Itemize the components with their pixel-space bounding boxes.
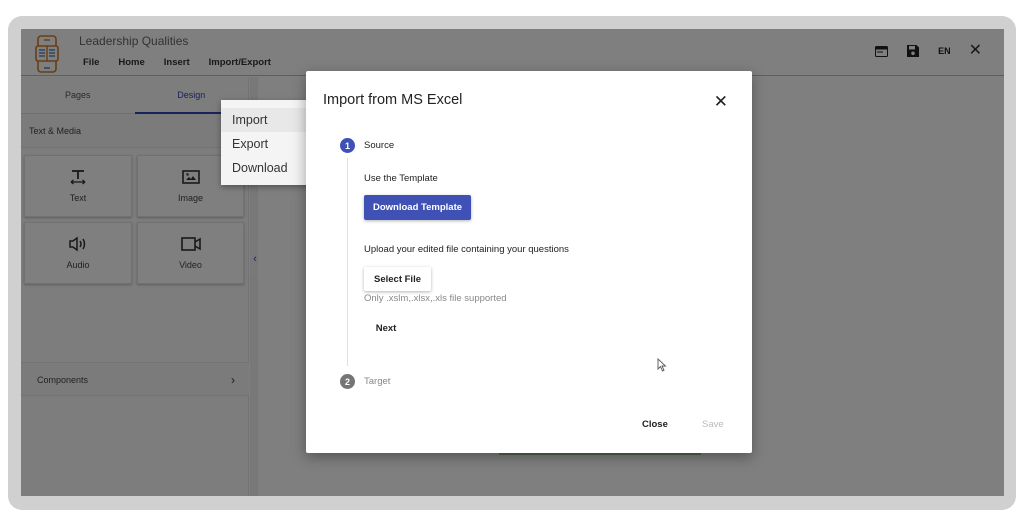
- import-excel-dialog: Import from MS Excel ✕ 1 Source Use the …: [306, 71, 752, 453]
- dropdown-item-label: Import: [232, 113, 268, 127]
- save-button[interactable]: Save: [702, 419, 724, 430]
- use-template-label: Use the Template: [364, 173, 438, 184]
- download-template-button[interactable]: Download Template: [364, 195, 471, 220]
- dropdown-item-label: Download: [232, 161, 288, 175]
- next-button[interactable]: Next: [364, 317, 408, 339]
- dialog-title: Import from MS Excel: [323, 92, 463, 108]
- supported-formats-hint: Only .xslm,.xlsx,.xls file supported: [364, 293, 507, 304]
- step-2-label[interactable]: Target: [364, 376, 390, 387]
- stepper-connector: [347, 158, 348, 366]
- select-file-button[interactable]: Select File: [364, 267, 431, 291]
- dropdown-item-label: Export: [232, 137, 269, 151]
- dialog-close-icon[interactable]: ✕: [714, 93, 728, 110]
- upload-instructions: Upload your edited file containing your …: [364, 244, 569, 255]
- step-1-label[interactable]: Source: [364, 140, 394, 151]
- step-1-badge: 1: [340, 138, 355, 153]
- step-2-badge: 2: [340, 374, 355, 389]
- close-button[interactable]: Close: [642, 419, 668, 430]
- mouse-pointer-icon: [657, 358, 667, 372]
